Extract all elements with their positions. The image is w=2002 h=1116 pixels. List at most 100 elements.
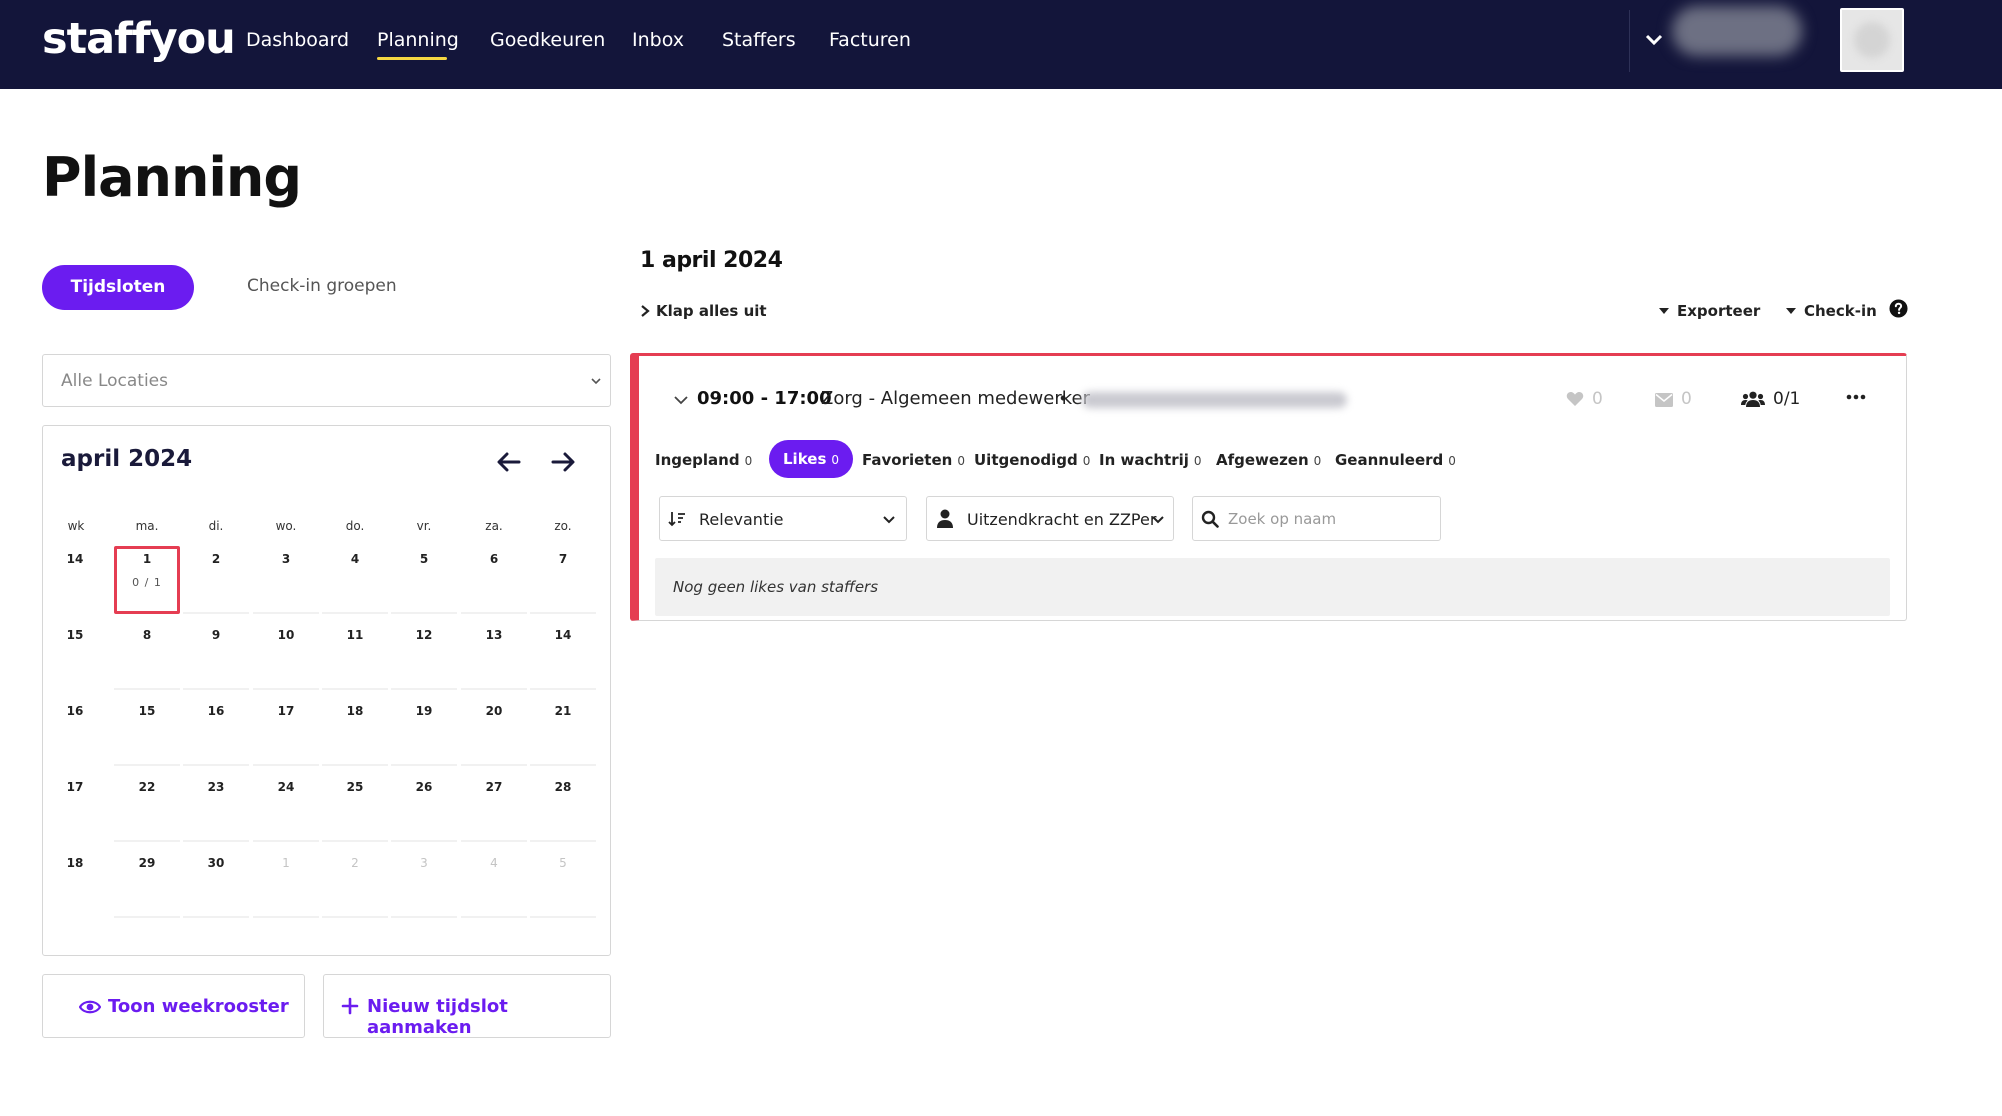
calendar-day[interactable]: 23 [183, 774, 249, 842]
subtab-ingepland[interactable]: Ingepland 0 [655, 451, 752, 469]
subtab-in-wachtrij[interactable]: In wachtrij 0 [1099, 451, 1202, 469]
export-label: Exporteer [1677, 302, 1761, 320]
plus-icon [341, 997, 359, 1015]
nav-facturen[interactable]: Facturen [829, 29, 911, 51]
calendar-day-number: 16 [207, 704, 225, 718]
calendar-day[interactable]: 17 [253, 698, 319, 766]
nav-staffers[interactable]: Staffers [722, 29, 796, 51]
user-name-redacted[interactable] [1672, 6, 1802, 56]
subtab-uitgenodigd[interactable]: Uitgenodigd 0 [974, 451, 1090, 469]
calendar-day-number: 4 [490, 856, 498, 870]
collapse-all-link[interactable]: Klap alles uit [640, 302, 767, 320]
calendar-header-6: za. [485, 519, 503, 533]
export-dropdown[interactable]: Exporteer [1659, 302, 1760, 320]
help-icon[interactable] [1889, 299, 1908, 318]
heart-icon [1566, 392, 1584, 406]
nav-planning[interactable]: Planning [377, 29, 459, 51]
calendar-week-number: 17 [66, 780, 84, 794]
calendar-day-number: 4 [350, 552, 360, 566]
chevron-down-icon [883, 516, 895, 524]
nav-goedkeuren[interactable]: Goedkeuren [490, 29, 605, 51]
calendar-day[interactable]: 1 [253, 850, 319, 918]
calendar-day-number: 26 [415, 780, 433, 794]
calendar-day-selected[interactable]: 1 0 / 1 [114, 546, 180, 614]
tab-checkin-groepen[interactable]: Check-in groepen [247, 276, 397, 296]
calendar-day[interactable]: 6 [461, 546, 527, 614]
calendar-day[interactable]: 26 [391, 774, 457, 842]
calendar-day-number: 18 [346, 704, 364, 718]
eye-icon [79, 1000, 101, 1014]
calendar-day-number: 27 [485, 780, 503, 794]
calendar-day[interactable]: 2 [322, 850, 388, 918]
calendar-day[interactable]: 28 [530, 774, 596, 842]
calendar: april 2024 wk ma. di. wo. do. vr. za. zo. 14 1 0 /… [42, 425, 611, 956]
calendar-day[interactable]: 16 [183, 698, 249, 766]
staffyou-logo[interactable]: staffyou [42, 14, 236, 64]
calendar-day[interactable]: 13 [461, 622, 527, 690]
chevron-down-icon [591, 378, 601, 385]
calendar-day-number: 23 [207, 780, 225, 794]
show-week-schedule-button[interactable]: Toon weekrooster [42, 974, 305, 1038]
calendar-day[interactable]: 4 [461, 850, 527, 918]
calendar-day[interactable]: 18 [322, 698, 388, 766]
calendar-day-number: 28 [554, 780, 572, 794]
calendar-day[interactable]: 5 [530, 850, 596, 918]
calendar-day[interactable]: 14 [530, 622, 596, 690]
calendar-day-number: 17 [277, 704, 295, 718]
calendar-day[interactable]: 7 [530, 546, 596, 614]
calendar-header-3: wo. [275, 519, 297, 533]
arrow-left-icon[interactable] [495, 448, 523, 476]
calendar-day[interactable]: 22 [114, 774, 180, 842]
calendar-day[interactable]: 3 [253, 546, 319, 614]
calendar-day[interactable]: 10 [253, 622, 319, 690]
subtab-favorieten[interactable]: Favorieten 0 [862, 451, 965, 469]
calendar-day[interactable]: 25 [322, 774, 388, 842]
shift-card: 09:00 - 17:00 Zorg - Algemeen medewerker… [630, 353, 1907, 621]
calendar-day-number: 29 [138, 856, 156, 870]
nav-active-underline [377, 57, 447, 60]
location-select[interactable]: Alle Locaties [42, 354, 611, 407]
calendar-day[interactable]: 20 [461, 698, 527, 766]
calendar-day[interactable]: 5 [391, 546, 457, 614]
subtab-geannuleerd[interactable]: Geannuleerd 0 [1335, 451, 1456, 469]
separator-dot: • [1060, 388, 1067, 408]
calendar-day[interactable]: 9 [183, 622, 249, 690]
new-timeslot-button[interactable]: Nieuw tijdslot aanmaken [323, 974, 611, 1038]
calendar-day[interactable]: 4 [322, 546, 388, 614]
staff-type-select[interactable]: Uitzendkracht en ZZPer [926, 496, 1174, 541]
calendar-header-7: zo. [554, 519, 572, 533]
nav-dashboard[interactable]: Dashboard [246, 29, 349, 51]
search-placeholder: Zoek op naam [1228, 510, 1337, 528]
calendar-day[interactable]: 3 [391, 850, 457, 918]
calendar-day-number: 3 [420, 856, 428, 870]
chevron-down-icon[interactable] [673, 392, 689, 408]
sort-select[interactable]: Relevantie [659, 496, 907, 541]
calendar-day[interactable]: 24 [253, 774, 319, 842]
calendar-day-number: 5 [559, 856, 567, 870]
calendar-day[interactable]: 11 [322, 622, 388, 690]
subtab-likes[interactable]: Likes 0 [769, 440, 854, 478]
calendar-day[interactable]: 19 [391, 698, 457, 766]
chevron-down-icon[interactable] [1644, 30, 1664, 50]
empty-state-message: Nog geen likes van staffers [673, 578, 879, 596]
arrow-right-icon[interactable] [549, 448, 577, 476]
more-options-icon[interactable] [1845, 386, 1867, 408]
subtab-afgewezen[interactable]: Afgewezen 0 [1216, 451, 1321, 469]
calendar-day[interactable]: 30 [183, 850, 249, 918]
avatar[interactable] [1840, 8, 1904, 72]
name-search-input[interactable]: Zoek op naam [1192, 496, 1441, 541]
calendar-day[interactable]: 12 [391, 622, 457, 690]
calendar-day[interactable]: 2 [183, 546, 249, 614]
calendar-day-number: 8 [142, 628, 152, 642]
calendar-day[interactable]: 27 [461, 774, 527, 842]
checkin-dropdown[interactable]: Check-in [1786, 302, 1877, 320]
calendar-day[interactable]: 29 [114, 850, 180, 918]
calendar-day[interactable]: 15 [114, 698, 180, 766]
tab-tijdsloten[interactable]: Tijdsloten [42, 265, 194, 310]
calendar-day[interactable]: 8 [114, 622, 180, 690]
staff-stat: 0/1 [1741, 389, 1800, 409]
calendar-day-number: 19 [415, 704, 433, 718]
calendar-day-number: 13 [485, 628, 503, 642]
calendar-day[interactable]: 21 [530, 698, 596, 766]
nav-inbox[interactable]: Inbox [632, 29, 684, 51]
